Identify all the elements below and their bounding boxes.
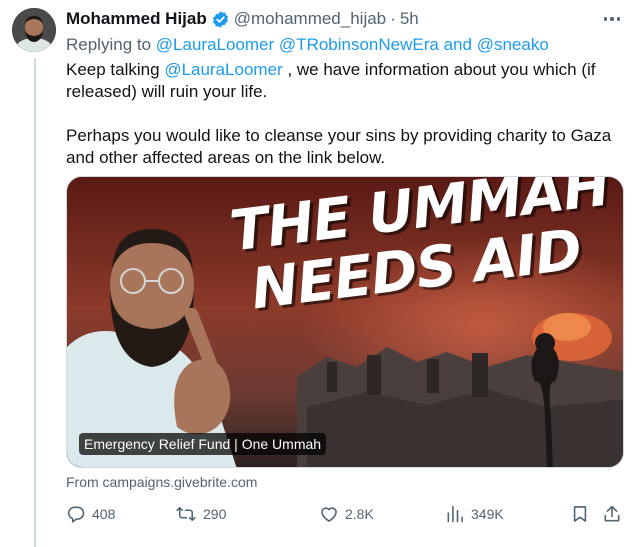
views-count: 349K bbox=[471, 506, 504, 522]
tweet-paragraph: Keep talking @LauraLoomer , we have info… bbox=[66, 59, 624, 103]
tweet-header: Mohammed Hijab @mohammed_hijab · 5h bbox=[66, 8, 628, 30]
repost-icon bbox=[176, 506, 196, 522]
link-card[interactable]: THE UMMAH NEEDS AID Emergency Relief Fun… bbox=[66, 176, 624, 468]
timestamp[interactable]: 5h bbox=[400, 9, 419, 29]
tweet-paragraph: Perhaps you would like to cleanse your s… bbox=[66, 126, 612, 167]
mention-link[interactable]: @sneako bbox=[477, 35, 549, 54]
tweet: Mohammed Hijab @mohammed_hijab · 5h Repl… bbox=[66, 8, 628, 523]
avatar[interactable] bbox=[12, 8, 56, 52]
mention-link[interactable]: @TRobinsonNewEra bbox=[279, 35, 439, 54]
repost-count: 290 bbox=[203, 506, 227, 522]
verified-badge-icon bbox=[212, 10, 228, 28]
share-button[interactable] bbox=[602, 504, 622, 524]
replying-and[interactable]: and bbox=[444, 35, 472, 54]
replying-prefix: Replying to bbox=[66, 35, 152, 54]
tweet-text: Keep talking @LauraLoomer , we have info… bbox=[66, 59, 624, 169]
like-button[interactable]: 2.8K bbox=[319, 504, 374, 524]
tweet-text-segment: Keep talking bbox=[66, 60, 160, 79]
replying-to: Replying to @LauraLoomer @TRobinsonNewEr… bbox=[66, 35, 628, 55]
reply-button[interactable]: 408 bbox=[66, 504, 115, 524]
display-name[interactable]: Mohammed Hijab bbox=[66, 9, 207, 29]
mention-link[interactable]: @LauraLoomer bbox=[164, 60, 282, 79]
card-title-overlay: Emergency Relief Fund | One Ummah bbox=[79, 433, 327, 455]
thread-line bbox=[34, 58, 36, 547]
views-chart-icon bbox=[447, 505, 463, 523]
reply-icon bbox=[67, 506, 85, 523]
avatar-image bbox=[12, 8, 56, 52]
bookmark-icon bbox=[573, 506, 587, 522]
mention-link[interactable]: @LauraLoomer bbox=[156, 35, 274, 54]
bookmark-button[interactable] bbox=[570, 504, 590, 524]
repost-button[interactable]: 290 bbox=[175, 504, 226, 524]
handle[interactable]: @mohammed_hijab bbox=[234, 9, 386, 29]
share-icon bbox=[604, 505, 620, 522]
more-dots-icon[interactable] bbox=[600, 8, 624, 30]
reply-count: 408 bbox=[92, 506, 116, 522]
card-source[interactable]: From campaigns.givebrite.com bbox=[66, 474, 257, 490]
like-count: 2.8K bbox=[345, 506, 374, 522]
heart-icon bbox=[321, 507, 337, 522]
tweet-actions: 408 290 2.8K 349K bbox=[66, 504, 624, 526]
views-button[interactable]: 349K bbox=[445, 504, 504, 524]
separator-dot: · bbox=[390, 9, 396, 28]
